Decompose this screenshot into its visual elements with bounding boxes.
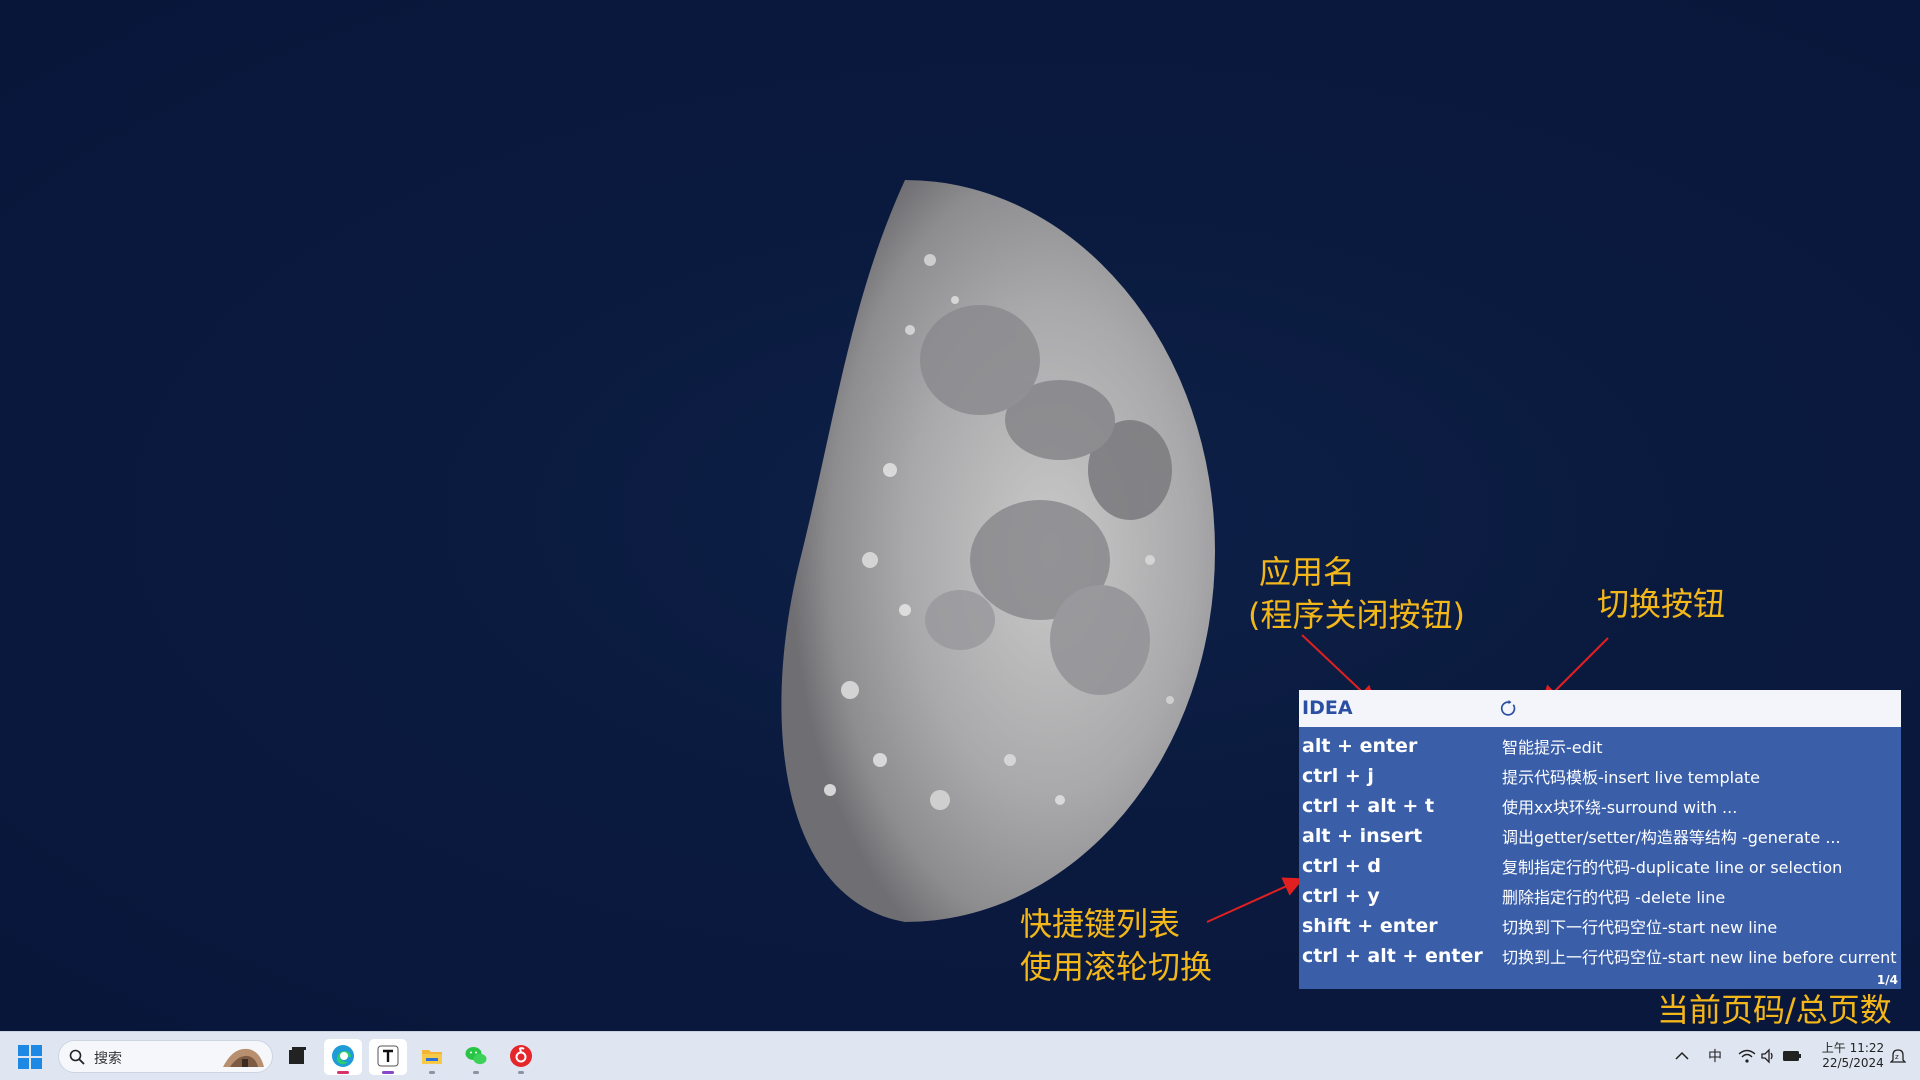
annotation-app-name-line1: 应用名: [1259, 553, 1356, 591]
shortcut-description: 切换到下一行代码空位-start new line: [1502, 918, 1778, 937]
annotation-shortcut-list-line2: 使用滚轮切换: [1020, 948, 1213, 986]
netease-music-icon: [510, 1045, 532, 1067]
search-highlight-icon: [223, 1048, 264, 1067]
shortcut-keys: ctrl + alt + t: [1302, 795, 1435, 817]
shortcut-description: 提示代码模板-insert live template: [1502, 768, 1760, 787]
windows-start-icon[interactable]: [18, 1045, 42, 1069]
taskbar-task-view[interactable]: [278, 1039, 316, 1075]
input-method-indicator[interactable]: 中: [1708, 1046, 1722, 1066]
shortcut-keys: ctrl + y: [1302, 885, 1380, 907]
taskbar: 搜索 中 上午 11:22 22/5/2024 z: [0, 1031, 1920, 1080]
clock-date: 22/5/2024: [1822, 1056, 1884, 1070]
volume-icon[interactable]: [1760, 1048, 1776, 1064]
shortcut-keys: alt + enter: [1302, 735, 1418, 757]
typora-icon: [377, 1045, 399, 1067]
shortcut-description: 删除指定行的代码 -delete line: [1502, 888, 1726, 907]
system-clock[interactable]: 上午 11:22 22/5/2024: [1818, 1041, 1888, 1071]
shortcut-keys: ctrl + d: [1302, 855, 1381, 877]
search-placeholder: 搜索: [94, 1051, 122, 1067]
annotation-shortcut-list-line1: 快捷键列表: [1020, 905, 1181, 943]
annotation-app-name-line2: (程序关闭按钮): [1248, 596, 1465, 634]
edge-browser-icon: [332, 1045, 354, 1067]
running-indicator: [518, 1071, 524, 1074]
taskbar-netease-music[interactable]: [502, 1039, 540, 1075]
wifi-icon[interactable]: [1738, 1048, 1756, 1064]
shortcut-row: ctrl + d 复制指定行的代码-duplicate line or selec…: [1299, 851, 1901, 881]
shortcut-description: 调出getter/setter/构造器等结构 -generate ...: [1502, 828, 1841, 847]
app-name-close-button[interactable]: IDEA: [1302, 690, 1353, 727]
shortcut-keys: alt + insert: [1302, 825, 1423, 847]
taskbar-wechat[interactable]: [457, 1039, 495, 1075]
shortcut-description: 智能提示-edit: [1502, 738, 1603, 757]
shortcut-keys: shift + enter: [1302, 915, 1438, 937]
battery-icon[interactable]: [1782, 1049, 1802, 1063]
chevron-up-icon[interactable]: [1675, 1051, 1689, 1061]
running-indicator: [429, 1071, 435, 1074]
shortcut-description: 使用xx块环绕-surround with ...: [1502, 798, 1738, 817]
taskbar-typora[interactable]: [369, 1039, 407, 1075]
desktop-wallpaper: 应用名 (程序关闭按钮) 切换按钮 快捷键列表 使用滚轮切换 当前页码/总页数 …: [0, 0, 1920, 1031]
annotation-page-indicator: 当前页码/总页数: [1657, 991, 1892, 1029]
shortcut-list[interactable]: alt + enter 智能提示-edit ctrl + j 提示代码模板-inse…: [1299, 727, 1901, 971]
taskbar-edge[interactable]: [324, 1039, 362, 1075]
shortcut-keys: ctrl + j: [1302, 765, 1374, 787]
shortcut-row: ctrl + alt + enter 切换到上一行代码空位-start new l…: [1299, 941, 1901, 971]
shortcut-row: ctrl + j 提示代码模板-insert live template: [1299, 761, 1901, 791]
annotation-toggle-button: 切换按钮: [1597, 585, 1726, 623]
shortcut-description: 切换到上一行代码空位-start new line before current: [1502, 948, 1897, 967]
clock-time: 上午 11:22: [1821, 1041, 1885, 1055]
shortcut-description: 复制指定行的代码-duplicate line or selection: [1502, 858, 1843, 877]
shortcut-row: alt + insert 调出getter/setter/构造器等结构 -gene…: [1299, 821, 1901, 851]
wechat-icon: [465, 1047, 487, 1065]
notification-icon[interactable]: z: [1890, 1047, 1906, 1065]
taskbar-file-explorer[interactable]: [413, 1039, 451, 1075]
refresh-icon[interactable]: [1500, 700, 1517, 717]
shortcut-row: shift + enter 切换到下一行代码空位-start new line: [1299, 911, 1901, 941]
running-indicator: [473, 1071, 479, 1074]
running-indicator: [382, 1071, 394, 1074]
shortcut-row: ctrl + alt + t 使用xx块环绕-surround with ...: [1299, 791, 1901, 821]
taskbar-search-box[interactable]: 搜索: [58, 1040, 273, 1073]
svg-text:z: z: [1895, 1053, 1899, 1061]
shortcut-panel[interactable]: IDEA alt + enter 智能提示-edit ctrl + j 提示代码模板…: [1299, 690, 1901, 989]
shortcut-row: ctrl + y 删除指定行的代码 -delete line: [1299, 881, 1901, 911]
page-indicator: 1/4: [1876, 973, 1898, 987]
task-view-icon: [289, 1047, 306, 1064]
shortcut-keys: ctrl + alt + enter: [1302, 945, 1483, 967]
shortcut-row: alt + enter 智能提示-edit: [1299, 731, 1901, 761]
panel-header: IDEA: [1299, 690, 1901, 727]
search-icon: [69, 1049, 85, 1065]
folder-icon: [422, 1050, 442, 1064]
running-indicator: [337, 1071, 349, 1074]
